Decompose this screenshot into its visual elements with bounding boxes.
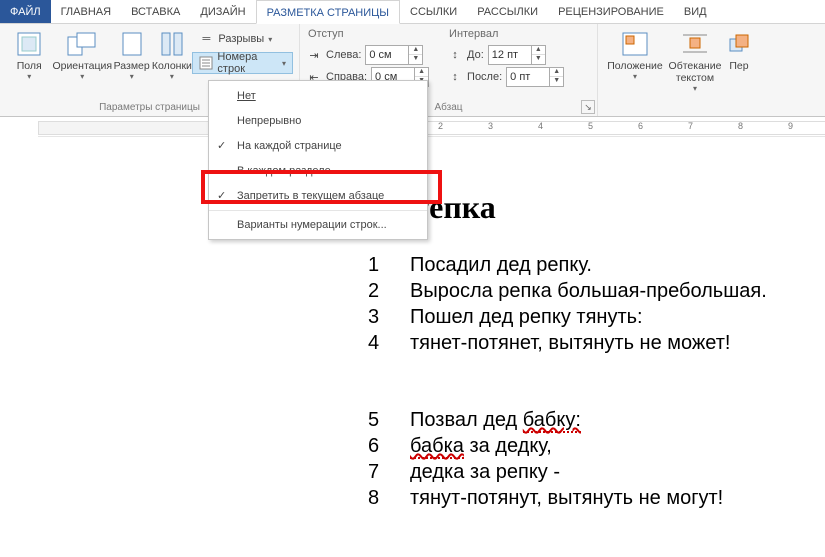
tab-mailings[interactable]: РАССЫЛКИ bbox=[467, 0, 548, 23]
orientation-button[interactable]: Ориентация ▾ bbox=[52, 26, 112, 81]
spacing-before-icon: ↕ bbox=[447, 47, 463, 63]
line-number: 7 bbox=[368, 461, 410, 484]
spacing-before-spinner[interactable]: ▲▼ bbox=[488, 45, 546, 65]
indent-left-spinner[interactable]: ▲▼ bbox=[365, 45, 423, 65]
dd-item-suppress[interactable]: ✓Запретить в текущем абзаце bbox=[209, 183, 427, 208]
spacing-after-spinner[interactable]: ▲▼ bbox=[506, 67, 564, 87]
bring-forward-icon bbox=[723, 30, 755, 58]
spinner-down[interactable]: ▼ bbox=[409, 55, 422, 64]
tab-file[interactable]: ФАЙЛ bbox=[0, 0, 51, 23]
text-line: 7дедка за репку - bbox=[368, 461, 825, 484]
indent-left-icon: ⇥ bbox=[306, 47, 322, 63]
breaks-button[interactable]: ═ Разрывы ▾ bbox=[192, 28, 293, 50]
ruler-tick: 6 bbox=[638, 121, 643, 131]
dd-item-each-section[interactable]: В каждом разделе bbox=[209, 158, 427, 183]
columns-icon bbox=[156, 30, 188, 58]
line-number: 8 bbox=[368, 487, 410, 510]
orientation-icon bbox=[66, 30, 98, 58]
columns-button[interactable]: Колонки ▾ bbox=[151, 26, 192, 81]
dd-item-none[interactable]: Нет bbox=[209, 83, 427, 108]
position-button[interactable]: Положение ▾ bbox=[604, 26, 666, 81]
more-arrange-button[interactable]: Пер bbox=[724, 26, 754, 72]
line-number: 1 bbox=[368, 254, 410, 277]
ruler-tick: 9 bbox=[788, 121, 793, 131]
text-line: 3Пошел дед репку тянуть: bbox=[368, 306, 825, 329]
ruler-tick: 2 bbox=[438, 121, 443, 131]
tab-layout[interactable]: РАЗМЕТКА СТРАНИЦЫ bbox=[256, 0, 400, 24]
text-line: 5Позвал дед бабку: bbox=[368, 409, 825, 432]
line-number: 3 bbox=[368, 306, 410, 329]
line-number: 4 bbox=[368, 332, 410, 355]
ruler-tick: 8 bbox=[738, 121, 743, 131]
line-numbers-dropdown: Нет Непрерывно ✓На каждой странице В каж… bbox=[208, 80, 428, 240]
spinner-up[interactable]: ▲ bbox=[409, 46, 422, 55]
dd-item-options[interactable]: Варианты нумерации строк... bbox=[209, 210, 427, 237]
line-text: тянет-потянет, вытянуть не может! bbox=[410, 332, 730, 355]
breaks-icon: ═ bbox=[198, 31, 214, 47]
indent-left-input[interactable] bbox=[366, 46, 408, 64]
tab-insert[interactable]: ВСТАВКА bbox=[121, 0, 190, 23]
line-text: дедка за репку - bbox=[410, 461, 560, 484]
wrap-text-icon bbox=[679, 30, 711, 58]
text-line: 1Посадил дед репку. bbox=[368, 254, 825, 277]
chevron-down-icon: ▾ bbox=[170, 72, 174, 81]
spacing-before-input[interactable] bbox=[489, 46, 531, 64]
margins-icon bbox=[13, 30, 45, 58]
line-numbers-icon bbox=[199, 55, 213, 71]
dd-item-continuous[interactable]: Непрерывно bbox=[209, 108, 427, 133]
line-text: Позвал дед бабку: bbox=[410, 409, 581, 432]
wrap-text-button[interactable]: Обтекание текстом ▾ bbox=[666, 26, 724, 93]
chevron-down-icon: ▾ bbox=[268, 35, 272, 44]
spinner-down[interactable]: ▼ bbox=[532, 55, 545, 64]
chevron-down-icon: ▾ bbox=[27, 72, 31, 81]
spinner-up[interactable]: ▲ bbox=[415, 68, 428, 77]
line-text: Посадил дед репку. bbox=[410, 254, 592, 277]
tab-home[interactable]: ГЛАВНАЯ bbox=[51, 0, 121, 23]
spacing-after-input[interactable] bbox=[507, 68, 549, 86]
line-text: Выросла репка большая-пребольшая. bbox=[410, 280, 767, 303]
ruler-tick: 4 bbox=[538, 121, 543, 131]
indent-heading: Отступ bbox=[306, 26, 429, 44]
line-number: 5 bbox=[368, 409, 410, 432]
text-line: 4тянет-потянет, вытянуть не может! bbox=[368, 332, 825, 355]
position-icon bbox=[619, 30, 651, 58]
text-line: 2Выросла репка большая-пребольшая. bbox=[368, 280, 825, 303]
spacing-after-icon: ↕ bbox=[447, 69, 463, 85]
chevron-down-icon: ▾ bbox=[693, 84, 697, 93]
line-text: бабка за дедку, bbox=[410, 435, 552, 458]
margins-button[interactable]: Поля ▾ bbox=[6, 26, 52, 81]
ribbon-tabs: ФАЙЛ ГЛАВНАЯ ВСТАВКА ДИЗАЙН РАЗМЕТКА СТР… bbox=[0, 0, 825, 24]
horizontal-ruler[interactable]: 2 3 4 5 6 7 8 9 bbox=[38, 117, 825, 137]
tab-design[interactable]: ДИЗАЙН bbox=[190, 0, 255, 23]
line-numbers-button[interactable]: Номера строк ▾ bbox=[192, 52, 293, 74]
spacing-heading: Интервал bbox=[447, 26, 564, 44]
tab-view[interactable]: ВИД bbox=[674, 0, 717, 23]
line-number: 6 bbox=[368, 435, 410, 458]
checkmark-icon: ✓ bbox=[217, 139, 226, 152]
text-line: 6бабка за дедку, bbox=[368, 435, 825, 458]
line-text: Пошел дед репку тянуть: bbox=[410, 306, 643, 329]
ruler-tick: 3 bbox=[488, 121, 493, 131]
chevron-down-icon: ▾ bbox=[80, 72, 84, 81]
spinner-down[interactable]: ▼ bbox=[550, 77, 563, 86]
tab-references[interactable]: ССЫЛКИ bbox=[400, 0, 467, 23]
chevron-down-icon: ▾ bbox=[633, 72, 637, 81]
ruler-tick: 5 bbox=[588, 121, 593, 131]
line-number: 2 bbox=[368, 280, 410, 303]
size-button[interactable]: Размер ▾ bbox=[112, 26, 151, 81]
spinner-up[interactable]: ▲ bbox=[550, 68, 563, 77]
size-icon bbox=[116, 30, 148, 58]
chevron-down-icon: ▾ bbox=[130, 72, 134, 81]
line-text: тянут-потянут, вытянуть не могут! bbox=[410, 487, 723, 510]
text-line: 8тянут-потянут, вытянуть не могут! bbox=[368, 487, 825, 510]
document-title: Репка bbox=[410, 189, 825, 226]
checkmark-icon: ✓ bbox=[217, 189, 226, 202]
spinner-up[interactable]: ▲ bbox=[532, 46, 545, 55]
dd-item-each-page[interactable]: ✓На каждой странице bbox=[209, 133, 427, 158]
paragraph-dialog-launcher[interactable]: ↘ bbox=[581, 100, 595, 114]
chevron-down-icon: ▾ bbox=[282, 59, 286, 68]
ruler-tick: 7 bbox=[688, 121, 693, 131]
tab-review[interactable]: РЕЦЕНЗИРОВАНИЕ bbox=[548, 0, 674, 23]
